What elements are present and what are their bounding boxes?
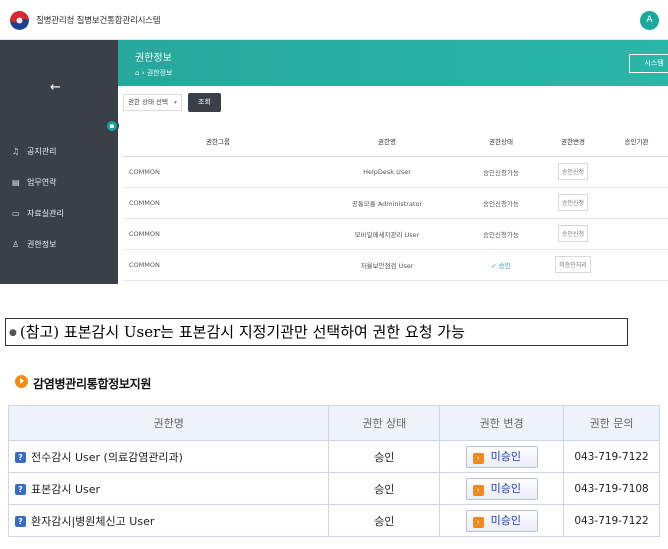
service-permission-name: 표본감시 User: [31, 482, 101, 496]
arrow-right-icon: ›: [472, 516, 484, 528]
sidebar-item-label: 업무연락: [27, 178, 57, 187]
sidebar-item-work-contact[interactable]: ▤ 업무연락: [0, 167, 118, 198]
status-filter-value: 권한 상태 선택: [128, 98, 169, 106]
help-icon[interactable]: ?: [15, 483, 26, 495]
table-row: ? 표본감시 User 승인 › 미승인 043-719-7108: [7, 472, 660, 505]
column-header: 권한그룹: [123, 126, 313, 157]
contact-phone: 043-719-7122: [563, 504, 660, 537]
permission-status: 승인신청가능: [461, 187, 541, 219]
help-icon[interactable]: ?: [15, 451, 26, 463]
folder-icon: ▭: [12, 209, 20, 218]
note-box: ● (참고) 표본감시 User는 표본감시 지정기관만 선택하여 권한 요청 가…: [5, 318, 628, 346]
unapprove-label: 미승인: [490, 449, 522, 463]
permission-group: COMMON: [123, 187, 313, 219]
table-header-row: 권한명 권한 상태 권한 변경 권한 문의: [7, 405, 660, 441]
permission-group: COMMON: [123, 156, 313, 188]
service-permission-table: 권한명 권한 상태 권한 변경 권한 문의 ? 전수감시 User (의료감염관리…: [7, 405, 660, 537]
permission-table: 권한그룹 권한명 권한상태 권한변경 승인기관 COMMON HelpDesk …: [123, 126, 668, 281]
page-header: 권한정보 ⌂ › 권한정보 시스템: [118, 40, 668, 86]
unapprove-button[interactable]: › 미승인: [465, 509, 538, 532]
contact-phone: 043-719-7108: [563, 472, 660, 505]
system-button[interactable]: 시스템: [629, 54, 668, 73]
service-permission-status: 승인: [328, 472, 441, 505]
request-approval-button[interactable]: 승인신청: [557, 225, 589, 242]
permission-status: ✓ 승인: [461, 249, 541, 281]
sidebar: ← ▪ ♫ 공지관리 ▤ 업무연락 ▭ 자료실관리 ♙ 권한정보: [0, 40, 119, 284]
permission-name: HelpDesk User: [313, 156, 461, 188]
unapprove-label: 미승인: [490, 513, 522, 527]
table-row: COMMON 공통모듈 Administrator 승인신청가능 승인신청: [123, 187, 668, 219]
note-text: (참고) 표본감시 User는 표본감시 지정기관만 선택하여 권한 요청 가능: [19, 323, 465, 341]
permission-status: 승인신청가능: [461, 156, 541, 188]
column-header: 권한 상태: [328, 405, 441, 441]
sidebar-item-label: 공지관리: [27, 147, 57, 156]
permission-name: 자율보안점검 User: [313, 249, 461, 281]
column-header: 권한 문의: [563, 405, 660, 441]
sidebar-menu: ♫ 공지관리 ▤ 업무연락 ▭ 자료실관리 ♙ 권한정보: [0, 136, 118, 260]
revoke-approval-button[interactable]: 미승인처리: [555, 256, 591, 273]
page-title: 권한정보: [135, 53, 172, 64]
breadcrumb-current: › 권한정보: [141, 69, 173, 77]
sidebar-item-permissions[interactable]: ♙ 권한정보: [0, 229, 118, 260]
kdca-logo-icon: [10, 11, 29, 30]
permission-name: 모바일메세지관리 User: [313, 218, 461, 250]
sidebar-item-label: 권한정보: [27, 240, 57, 249]
sidebar-item-notice[interactable]: ♫ 공지관리: [0, 136, 118, 167]
column-header: 권한상태: [461, 126, 541, 157]
status-filter-select[interactable]: 권한 상태 선택 ▾: [123, 94, 182, 111]
help-icon[interactable]: ?: [15, 515, 26, 527]
table-row: COMMON 모바일메세지관리 User 승인신청가능 승인신청: [123, 218, 668, 250]
permission-group: COMMON: [123, 218, 313, 250]
arrow-right-icon: ›: [472, 452, 484, 464]
unapprove-label: 미승인: [490, 481, 522, 495]
permission-group: COMMON: [123, 249, 313, 281]
table-row: ? 전수감시 User (의료감염관리과) 승인 › 미승인 043-719-712…: [7, 440, 660, 473]
service-permission-status: 승인: [328, 504, 441, 537]
section-title: 감염병관리통합정보지원: [33, 377, 152, 391]
query-button[interactable]: 조회: [188, 93, 221, 112]
arrow-left-icon[interactable]: ←: [50, 80, 61, 95]
column-header: 권한명: [7, 405, 330, 441]
permission-status: 승인신청가능: [461, 218, 541, 250]
breadcrumb: ⌂ › 권한정보: [135, 68, 172, 78]
bullet-icon: ●: [9, 328, 17, 338]
chevron-down-icon: ▾: [173, 99, 177, 106]
column-header: 권한변경: [541, 126, 605, 157]
app-title: 질병관리청 질병보건통합관리시스템: [36, 16, 161, 26]
table-row: ? 환자감시|병원체신고 User 승인 › 미승인 043-719-7122: [7, 504, 660, 537]
table-row: COMMON HelpDesk User 승인신청가능 승인신청: [123, 156, 668, 188]
user-icon: A: [646, 15, 653, 25]
contact-phone: 043-719-7122: [563, 440, 660, 473]
service-permission-status: 승인: [328, 440, 441, 473]
play-circle-icon: [15, 375, 28, 388]
sidebar-toggle-badge[interactable]: ▪: [105, 119, 119, 133]
user-icon: ♙: [12, 240, 20, 249]
sidebar-item-archive[interactable]: ▭ 자료실관리: [0, 198, 118, 229]
table-row: COMMON 자율보안점검 User ✓ 승인 미승인처리: [123, 249, 668, 281]
table-header-row: 권한그룹 권한명 권한상태 권한변경 승인기관: [123, 126, 668, 157]
request-approval-button[interactable]: 승인신청: [557, 163, 589, 180]
sidebar-item-label: 자료실관리: [27, 209, 64, 218]
column-header: 권한명: [313, 126, 461, 157]
top-bar: 질병관리청 질병보건통합관리시스템 A: [0, 0, 668, 40]
bell-icon: ♫: [12, 147, 20, 156]
service-permission-name: 전수감시 User (의료감염관리과): [31, 450, 183, 464]
unapprove-button[interactable]: › 미승인: [465, 445, 538, 468]
unapprove-button[interactable]: › 미승인: [465, 477, 538, 500]
column-header: 권한 변경: [439, 405, 565, 441]
column-header: 승인기관: [605, 126, 668, 157]
service-permission-name: 환자감시|병원체신고 User: [31, 514, 155, 528]
arrow-right-icon: ›: [472, 484, 484, 496]
user-avatar[interactable]: A: [640, 11, 659, 30]
permission-name: 공통모듈 Administrator: [313, 187, 461, 219]
calendar-icon: ▤: [12, 178, 20, 187]
request-approval-button[interactable]: 승인신청: [557, 194, 589, 211]
home-icon[interactable]: ⌂: [135, 69, 139, 77]
